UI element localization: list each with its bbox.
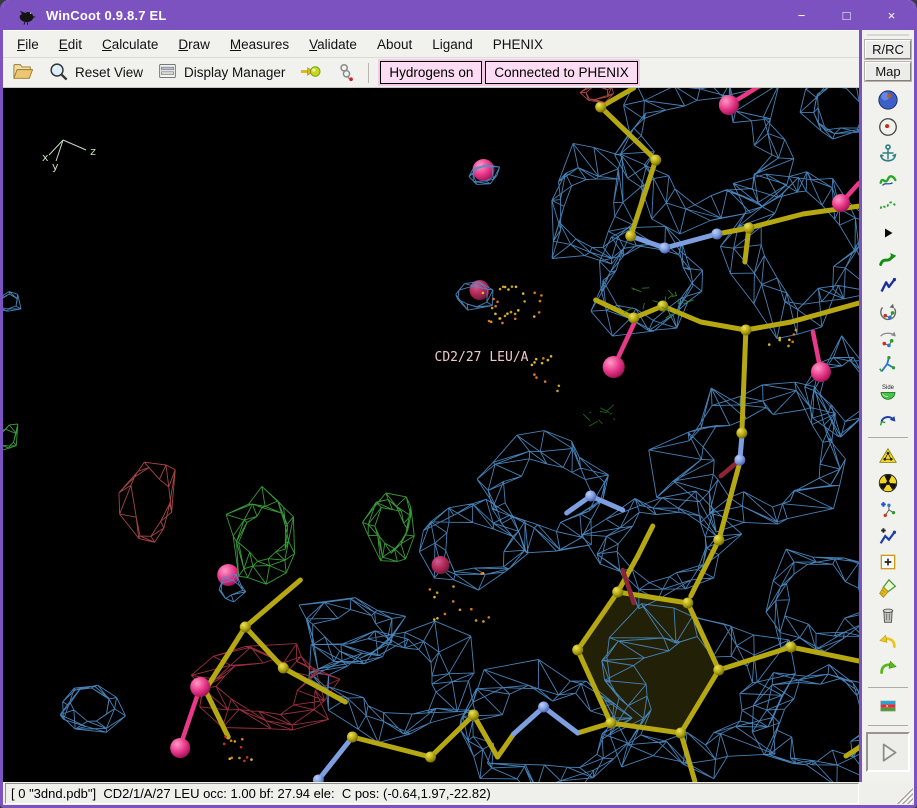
magnifier-icon bbox=[48, 61, 69, 85]
shadow-fill-layer bbox=[578, 592, 719, 733]
edit-chi-angles-icon[interactable] bbox=[874, 274, 902, 298]
coot-bird-icon bbox=[17, 5, 38, 26]
display-manager-label: Display Manager bbox=[184, 65, 285, 80]
menu-phenix[interactable]: PHENIX bbox=[483, 33, 553, 56]
molecular-scene[interactable]: z xy CD2/27 LEU/A bbox=[3, 88, 859, 782]
annotation-layer: z xy CD2/27 LEU/A bbox=[42, 140, 529, 365]
radiation-icon[interactable] bbox=[874, 471, 902, 495]
rotate-translate-icon[interactable] bbox=[874, 300, 902, 324]
maximize-button[interactable]: □ bbox=[824, 0, 869, 30]
add-terminal-residue-icon[interactable] bbox=[874, 524, 902, 548]
side-chain-flip-icon[interactable]: Side bbox=[874, 380, 902, 404]
reset-view-button[interactable]: Reset View bbox=[43, 59, 148, 87]
modelling-icon-column: Side bbox=[862, 84, 914, 780]
flag-icon[interactable] bbox=[874, 694, 902, 718]
toolbar-separator bbox=[368, 63, 369, 83]
refine-zone-icon[interactable] bbox=[874, 168, 902, 192]
residue-label: CD2/27 LEU/A bbox=[435, 350, 529, 365]
right-tool-panel: R/RC Map Side bbox=[859, 30, 914, 782]
hydrogens-toggle-button[interactable]: Hydrogens on bbox=[380, 61, 482, 84]
menu-validate[interactable]: Validate bbox=[299, 33, 367, 56]
add-residue-icon[interactable] bbox=[874, 497, 902, 521]
regularize-zone-icon[interactable] bbox=[874, 194, 902, 218]
axis-label-x: x bbox=[42, 151, 49, 164]
window-title: WinCoot 0.9.8.7 EL bbox=[46, 8, 167, 23]
play-small-icon[interactable] bbox=[874, 221, 902, 245]
minimize-button[interactable]: − bbox=[779, 0, 824, 30]
refine-residue-icon[interactable] bbox=[874, 444, 902, 468]
residue-figure-icon bbox=[335, 61, 356, 85]
toolbar-divider bbox=[868, 725, 908, 726]
rotate-translate-sphere-icon[interactable] bbox=[874, 327, 902, 351]
anchor-icon[interactable] bbox=[874, 141, 902, 165]
menu-edit[interactable]: Edit bbox=[49, 33, 92, 56]
menu-bar: FileEditCalculateDrawMeasuresValidateAbo… bbox=[3, 30, 859, 58]
torsion-general-icon[interactable] bbox=[874, 353, 902, 377]
map-button[interactable]: Map bbox=[865, 62, 911, 81]
undo-icon[interactable] bbox=[874, 630, 902, 654]
svg-text:Side: Side bbox=[882, 384, 895, 390]
menu-ligand[interactable]: Ligand bbox=[422, 33, 483, 56]
menu-file[interactable]: File bbox=[7, 33, 49, 56]
phenix-connection-button[interactable]: Connected to PHENIX bbox=[485, 61, 637, 84]
density-mesh-layer bbox=[3, 88, 859, 782]
resize-grip[interactable] bbox=[861, 783, 913, 804]
active-residue-button[interactable] bbox=[330, 59, 361, 87]
play-button[interactable] bbox=[866, 732, 910, 772]
gl-viewport[interactable]: z xy CD2/27 LEU/A bbox=[3, 88, 859, 782]
menu-draw[interactable]: Draw bbox=[168, 33, 220, 56]
phenix-toggle-group: Hydrogens on Connected to PHENIX bbox=[378, 59, 639, 86]
flip-peptide-icon[interactable] bbox=[874, 406, 902, 430]
redo-icon[interactable] bbox=[874, 656, 902, 680]
axis-label-y: y bbox=[52, 160, 59, 173]
status-bar: [ 0 "3dnd.pdb"] CD2/1/A/27 LEU occ: 1.00… bbox=[3, 782, 914, 805]
display-manager-button[interactable]: Display Manager bbox=[152, 59, 290, 86]
close-button[interactable]: × bbox=[869, 0, 914, 30]
menu-measures[interactable]: Measures bbox=[220, 33, 299, 56]
paintbrush-icon[interactable] bbox=[874, 577, 902, 601]
status-text: [ 0 "3dnd.pdb"] CD2/1/A/27 LEU occ: 1.00… bbox=[5, 783, 859, 804]
toolbar-divider bbox=[868, 437, 908, 438]
open-folder-icon bbox=[12, 61, 34, 84]
open-file-button[interactable] bbox=[7, 59, 39, 86]
add-atom-icon[interactable] bbox=[874, 550, 902, 574]
menu-about[interactable]: About bbox=[367, 33, 422, 56]
recentre-icon[interactable] bbox=[874, 115, 902, 139]
wincoot-window: WinCoot 0.9.8.7 EL − □ × FileEditCalcula… bbox=[0, 0, 917, 808]
auto-fit-rotamer-icon[interactable] bbox=[874, 247, 902, 271]
globe-icon[interactable] bbox=[874, 88, 902, 112]
toolbar-divider bbox=[868, 687, 908, 688]
title-bar[interactable]: WinCoot 0.9.8.7 EL − □ × bbox=[3, 0, 914, 30]
go-to-atom-button[interactable] bbox=[294, 59, 326, 87]
menu-calculate[interactable]: Calculate bbox=[92, 33, 168, 56]
rrc-button[interactable]: R/RC bbox=[865, 40, 911, 59]
display-manager-icon bbox=[157, 61, 178, 84]
axis-label-z: z bbox=[90, 145, 96, 158]
arrow-to-atom-icon bbox=[299, 61, 321, 85]
toolbar: Reset View Display Manager Hydroge bbox=[3, 58, 859, 88]
reset-view-label: Reset View bbox=[75, 65, 143, 80]
delete-item-icon[interactable] bbox=[874, 603, 902, 627]
drag-handle[interactable] bbox=[867, 34, 909, 36]
